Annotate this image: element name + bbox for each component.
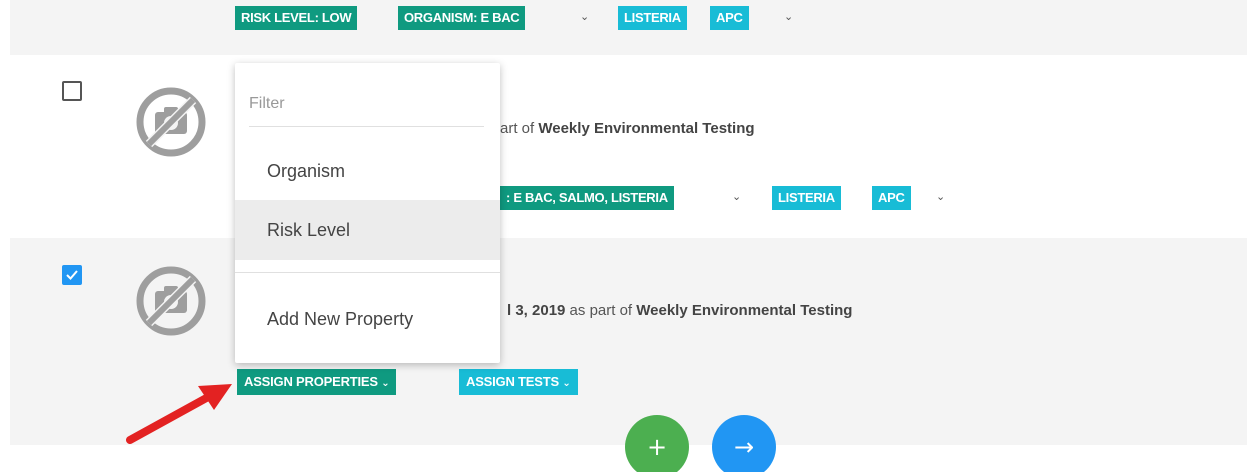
description-text: art of xyxy=(500,120,539,137)
add-button[interactable]: + xyxy=(625,415,689,472)
plus-icon: + xyxy=(646,433,668,461)
chevron-down-icon[interactable]: ⌄ xyxy=(580,10,589,23)
menu-item-risk-level[interactable]: Risk Level xyxy=(235,200,500,260)
assign-tests-button[interactable]: ASSIGN TESTS ⌄ xyxy=(459,369,578,395)
annotation-arrow-icon xyxy=(126,384,232,444)
sample-row-2: art of Weekly Environmental Testing : E … xyxy=(10,55,1247,238)
collection-date: l 3, 2019 xyxy=(507,302,566,319)
menu-item-organism[interactable]: Organism xyxy=(235,141,500,201)
assign-tests-label: ASSIGN TESTS xyxy=(466,374,559,389)
property-tag-organism: : E BAC, SALMO, LISTERIA xyxy=(500,186,674,210)
property-tag-risk-level: RISK LEVEL: LOW xyxy=(235,6,358,30)
no-photo-icon xyxy=(136,87,206,157)
test-tag-listeria: LISTERIA xyxy=(772,186,841,210)
no-photo-icon xyxy=(136,266,206,336)
assign-properties-button[interactable]: ASSIGN PROPERTIES ⌄ xyxy=(237,369,397,395)
test-tag-apc: APC xyxy=(872,186,911,210)
description-text: as part of xyxy=(565,302,637,319)
assign-properties-label: ASSIGN PROPERTIES xyxy=(244,374,378,389)
chevron-down-icon: ⌄ xyxy=(381,378,390,389)
arrow-right-icon: → xyxy=(733,433,755,461)
row-select-checkbox[interactable] xyxy=(62,81,82,101)
assign-properties-dropdown: Organism Risk Level Add New Property xyxy=(235,63,500,363)
filter-input[interactable] xyxy=(249,81,484,127)
test-tag-listeria: LISTERIA xyxy=(618,6,687,30)
chevron-down-icon: ⌄ xyxy=(562,378,571,389)
property-tag-organism: ORGANISM: E BAC xyxy=(398,6,526,30)
menu-item-add-new-property[interactable]: Add New Property xyxy=(235,289,500,349)
sample-description: art of Weekly Environmental Testing xyxy=(500,120,755,137)
next-button[interactable]: → xyxy=(712,415,776,472)
test-plan-name: Weekly Environmental Testing xyxy=(538,120,755,137)
sample-description: l 3, 2019 as part of Weekly Environmenta… xyxy=(507,302,852,319)
row-select-checkbox[interactable] xyxy=(62,265,82,285)
check-icon xyxy=(66,270,78,280)
test-plan-name: Weekly Environmental Testing xyxy=(636,302,853,319)
chevron-down-icon[interactable]: ⌄ xyxy=(732,190,741,203)
sample-row-1: RISK LEVEL: LOW ORGANISM: E BAC ⌄ LISTER… xyxy=(10,0,1247,55)
test-tag-apc: APC xyxy=(710,6,749,30)
chevron-down-icon[interactable]: ⌄ xyxy=(784,10,793,23)
menu-divider xyxy=(235,272,500,273)
chevron-down-icon[interactable]: ⌄ xyxy=(936,190,945,203)
